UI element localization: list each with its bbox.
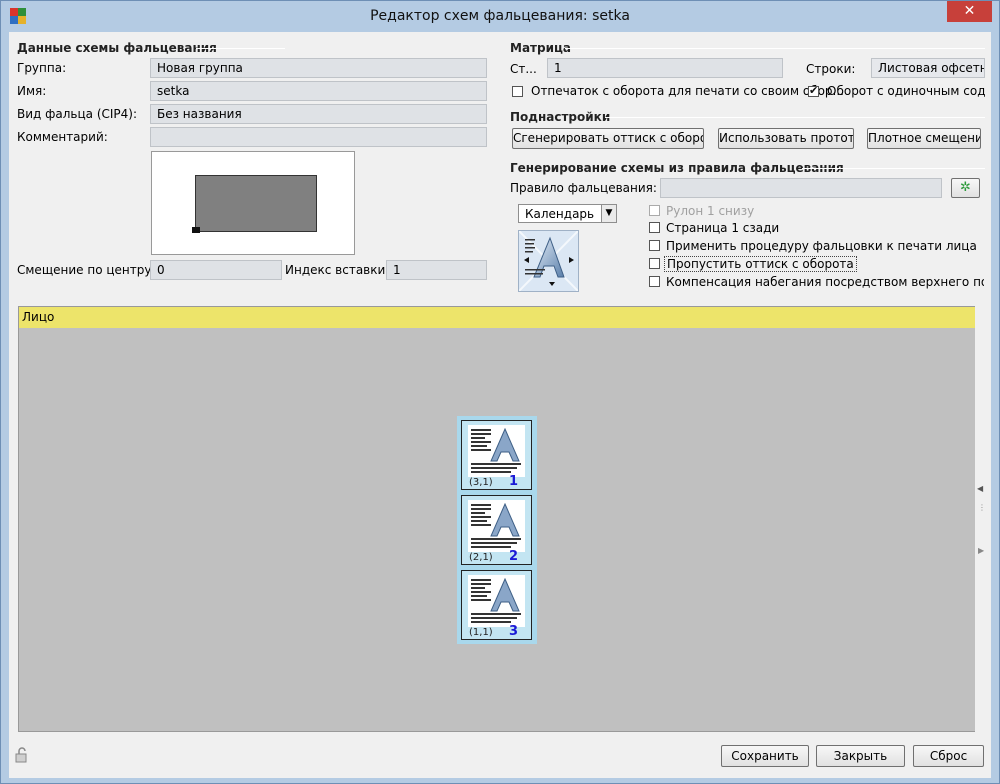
columns-field[interactable]: 1 xyxy=(547,58,783,78)
backside-print-label: Отпечаток с оборота для печати со своим … xyxy=(531,84,844,98)
expand-right-icon[interactable]: ▶ xyxy=(978,546,984,555)
rows-select[interactable]: Листовая офсетна xyxy=(871,58,985,78)
sheet-thumbnail xyxy=(468,575,525,627)
dialog-body: Данные схемы фальцевания Группа: Новая г… xyxy=(9,32,991,778)
page-back-label: Страница 1 сзади xyxy=(666,221,780,235)
center-offset-field[interactable]: 0 xyxy=(150,260,282,280)
sheet-card[interactable]: (1,1) 3 xyxy=(461,570,532,640)
window: Редактор схем фальцевания: setka ✕ Данны… xyxy=(0,0,1000,784)
page-back-checkbox[interactable] xyxy=(649,222,660,233)
fold-type-label: Вид фальца (CIP4): xyxy=(17,107,138,121)
skip-backside-label: Пропустить оттиск с оборота xyxy=(664,256,857,272)
apply-fold-label: Применить процедуру фальцовки к печати л… xyxy=(666,239,977,253)
insert-index-label: Индекс вставки: xyxy=(285,263,390,277)
grip-icon[interactable]: ⋮ xyxy=(978,504,986,512)
columns-label: Ст... xyxy=(510,62,537,76)
skip-backside-checkbox[interactable] xyxy=(649,258,660,269)
gear-sparkle-icon[interactable]: ✲ xyxy=(951,178,980,198)
sheet-coord: (2,1) xyxy=(469,552,493,563)
sheet-thumbnail xyxy=(468,500,525,552)
sheet-card[interactable]: (3,1) 1 xyxy=(461,420,532,490)
lock-icon[interactable] xyxy=(15,747,29,763)
rows-label: Строки: xyxy=(806,62,856,76)
sheet-stack: (3,1) 1 (2,1) 2 (1,1) 3 xyxy=(457,416,537,644)
save-button[interactable]: Сохранить xyxy=(721,745,809,767)
close-window-button[interactable]: ✕ xyxy=(947,1,992,22)
single-content-label: Оборот с одиночным содер xyxy=(827,84,985,98)
calendar-dropdown-value: Календарь xyxy=(525,207,595,221)
sheet-preview-rect xyxy=(195,175,317,232)
name-field[interactable]: setka xyxy=(150,81,487,101)
group-field[interactable]: Новая группа xyxy=(150,58,487,78)
sheet-number: 3 xyxy=(508,624,518,639)
fold-rule-label: Правило фальцевания: xyxy=(510,181,657,195)
roll-bottom-checkbox[interactable] xyxy=(649,205,660,216)
creep-compensation-checkbox[interactable] xyxy=(649,276,660,287)
scheme-section-title: Данные схемы фальцевания xyxy=(17,41,217,55)
apply-fold-checkbox[interactable] xyxy=(649,240,660,251)
backside-print-checkbox[interactable] xyxy=(512,86,523,97)
origin-marker xyxy=(192,227,200,233)
generate-backside-button[interactable]: Сгенерировать оттиск с оборота xyxy=(512,128,704,149)
fold-rule-preview[interactable] xyxy=(518,230,579,292)
creep-compensation-label: Компенсация набегания посредством верхне… xyxy=(666,275,984,289)
section-divider xyxy=(605,117,985,118)
matrix-section-title: Матрица xyxy=(510,41,571,55)
letter-a-icon xyxy=(490,503,520,537)
sheet-card[interactable]: (2,1) 2 xyxy=(461,495,532,565)
letter-a-icon xyxy=(490,578,520,612)
face-panel: Лицо (3,1) 1 (2,1) 2 (1,1) 3 xyxy=(18,306,976,732)
fold-letter-a-icon xyxy=(518,230,579,292)
section-divider xyxy=(802,168,985,169)
subsettings-section-title: Поднастройки xyxy=(510,110,611,124)
group-label: Группа: xyxy=(17,61,67,75)
face-panel-header: Лицо xyxy=(19,307,975,328)
window-title: Редактор схем фальцевания: setka xyxy=(370,8,630,24)
generate-section-title: Генерирование схемы из правила фальцеван… xyxy=(510,161,844,175)
reset-button[interactable]: Сброс xyxy=(913,745,984,767)
scheme-preview xyxy=(151,151,355,255)
fold-type-field[interactable]: Без названия xyxy=(150,104,487,124)
fold-rule-field[interactable] xyxy=(660,178,942,198)
tight-offset-button[interactable]: Плотное смещение xyxy=(867,128,981,149)
single-content-checkbox[interactable] xyxy=(808,84,819,97)
insert-index-field[interactable]: 1 xyxy=(386,260,487,280)
letter-a-icon xyxy=(490,428,520,462)
sheet-number: 1 xyxy=(508,474,518,489)
sheet-number: 2 xyxy=(508,549,518,564)
section-divider xyxy=(565,48,985,49)
use-prototype-button[interactable]: Использовать прототип xyxy=(718,128,854,149)
center-offset-label: Смещение по центру: xyxy=(17,263,156,277)
comment-field[interactable] xyxy=(150,127,487,147)
calendar-dropdown[interactable]: Календарь ▼ xyxy=(518,204,617,223)
chevron-down-icon: ▼ xyxy=(601,205,616,222)
name-label: Имя: xyxy=(17,84,47,98)
close-button[interactable]: Закрыть xyxy=(816,745,905,767)
side-splitter[interactable]: ◀ ⋮ ▶ xyxy=(975,306,986,732)
sheet-thumbnail xyxy=(468,425,525,477)
comment-label: Комментарий: xyxy=(17,130,108,144)
sheet-coord: (3,1) xyxy=(469,477,493,488)
section-divider xyxy=(196,48,285,49)
collapse-left-icon[interactable]: ◀ xyxy=(977,484,983,493)
roll-bottom-label: Рулон 1 снизу xyxy=(666,204,755,218)
sheet-coord: (1,1) xyxy=(469,627,493,638)
title-bar: Редактор схем фальцевания: setka ✕ xyxy=(1,1,999,32)
